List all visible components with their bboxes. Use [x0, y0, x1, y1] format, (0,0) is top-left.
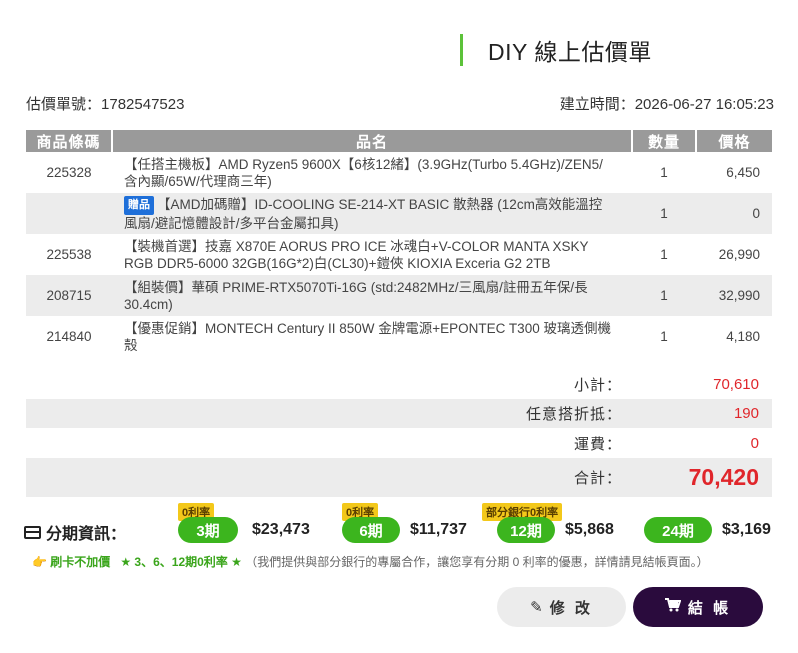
term-pill[interactable]: 24期 — [644, 517, 712, 543]
item-price: 26,990 — [718, 247, 760, 262]
item-code: 225538 — [46, 247, 92, 262]
subtotal-row: 小計： 70,610 — [26, 370, 772, 399]
gift-badge: 贈品 — [124, 195, 154, 215]
item-name[interactable]: 【AMD加碼贈】ID-COOLING SE-214-XT BASIC 散熱器 (… — [124, 197, 602, 231]
header-qty: 數量 — [632, 130, 697, 152]
item-name-cell: 贈品 【AMD加碼贈】ID-COOLING SE-214-XT BASIC 散熱器… — [112, 193, 632, 234]
quote-number-value: 1782547523 — [101, 96, 185, 113]
item-price: 0 — [696, 193, 772, 234]
quote-number: 估價單號：1782547523 — [26, 93, 184, 114]
item-qty: 1 — [660, 329, 668, 344]
pencil-icon: ✎ — [530, 599, 543, 616]
item-qty: 1 — [632, 275, 696, 316]
installment-amount: $3,169 — [722, 521, 771, 538]
item-code: 225328 — [46, 165, 92, 180]
checkout-button-label: 結 帳 — [687, 599, 732, 617]
shipping-label: 運費： — [573, 435, 622, 453]
installment-label-text: 分期資訊： — [46, 526, 127, 543]
term-pill[interactable]: 6期 — [342, 517, 400, 543]
note-text: （我們提供與部分銀行的專屬合作，讓您享有分期 0 利率的優惠，詳情請見結帳頁面。… — [245, 555, 709, 569]
shipping-value: 0 — [750, 434, 759, 452]
table-row: 214840 【優惠促銷】MONTECH Century II 850W 金牌電… — [26, 316, 772, 357]
total-row: 合計： 70,420 — [26, 458, 772, 497]
item-price: 32,990 — [696, 275, 772, 316]
cart-icon — [664, 598, 682, 616]
edit-button[interactable]: ✎ 修 改 — [497, 587, 626, 627]
table-row: 贈品 【AMD加碼贈】ID-COOLING SE-214-XT BASIC 散熱器… — [26, 193, 772, 234]
discount-row: 任意搭折抵： 190 — [26, 399, 772, 428]
header-price: 價格 — [696, 130, 772, 152]
term-pill[interactable]: 12期 — [497, 517, 555, 543]
discount-label: 任意搭折抵： — [525, 406, 622, 423]
installment-section: 分期資訊： 0利率 3期 $23,473 0利率 6期 $11,737 部分銀行… — [24, 500, 784, 554]
title-accent-bar — [460, 34, 463, 66]
item-code: 214840 — [46, 329, 92, 344]
table-row: 225328 【任搭主機板】AMD Ryzen5 9600X【6核12緒】(3.… — [26, 152, 772, 193]
table-header-row: 商品條碼 品名 數量 價格 — [26, 130, 772, 152]
quote-number-label: 估價單號： — [26, 96, 102, 113]
header-code: 商品條碼 — [26, 130, 113, 152]
items-table: 商品條碼 品名 數量 價格 225328 【任搭主機板】AMD Ryzen5 9… — [26, 130, 772, 357]
page-header: DIY 線上估價單 — [460, 34, 652, 66]
zero-interest-highlight: ★ 3、6、12期0利率 ★ — [120, 555, 242, 569]
pointing-hand-icon: 👉 — [32, 555, 47, 569]
item-name[interactable]: 【組裝價】華碩 PRIME-RTX5070Ti-16G (std:2482MHz… — [112, 275, 632, 316]
installment-note: 👉 刷卡不加價 ★ 3、6、12期0利率 ★ （我們提供與部分銀行的專屬合作，讓… — [32, 553, 709, 570]
item-price: 4,180 — [726, 329, 760, 344]
item-code: 208715 — [26, 275, 112, 316]
discount-value: 190 — [733, 405, 759, 422]
credit-card-icon — [24, 525, 41, 539]
item-name[interactable]: 【裝機首選】技嘉 X870E AORUS PRO ICE 冰魂白+V-COLOR… — [112, 234, 632, 275]
installment-amount: $23,473 — [252, 521, 310, 538]
header-name: 品名 — [112, 130, 633, 152]
table-row: 208715 【組裝價】華碩 PRIME-RTX5070Ti-16G (std:… — [26, 275, 772, 316]
subtotal-value: 70,610 — [713, 376, 759, 393]
created-time: 建立時間：2026-06-27 16:05:23 — [560, 93, 774, 114]
item-price: 6,450 — [726, 165, 760, 180]
item-qty: 1 — [632, 193, 696, 234]
created-time-label: 建立時間： — [559, 96, 635, 113]
item-qty: 1 — [660, 247, 668, 262]
total-value: 70,420 — [688, 464, 759, 490]
installment-amount: $11,737 — [410, 521, 467, 538]
installment-label: 分期資訊： — [24, 520, 126, 544]
edit-button-label: 修 改 — [549, 599, 593, 617]
shipping-row: 運費： 0 — [26, 428, 772, 458]
item-code — [26, 193, 112, 234]
term-pill[interactable]: 3期 — [178, 517, 238, 543]
created-time-value: 2026-06-27 16:05:23 — [634, 96, 774, 113]
table-row: 225538 【裝機首選】技嘉 X870E AORUS PRO ICE 冰魂白+… — [26, 234, 772, 275]
installment-amount: $5,868 — [565, 521, 614, 538]
item-name[interactable]: 【優惠促銷】MONTECH Century II 850W 金牌電源+EPONT… — [112, 316, 632, 357]
subtotal-label: 小計： — [573, 377, 622, 394]
checkout-button[interactable]: 結 帳 — [633, 587, 763, 627]
item-qty: 1 — [660, 165, 668, 180]
total-label: 合計： — [573, 470, 622, 487]
no-surcharge-highlight: 刷卡不加價 — [50, 555, 111, 569]
page-title: DIY 線上估價單 — [488, 39, 652, 65]
item-name[interactable]: 【任搭主機板】AMD Ryzen5 9600X【6核12緒】(3.9GHz(Tu… — [112, 152, 632, 193]
